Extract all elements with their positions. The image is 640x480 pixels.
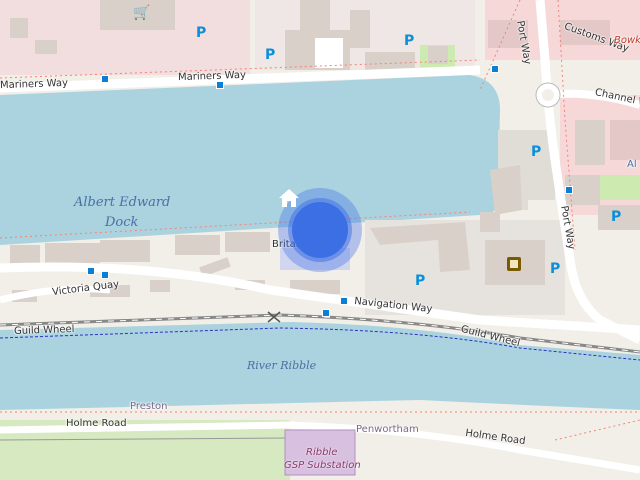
parking-icon[interactable]: P	[265, 48, 275, 62]
building	[480, 212, 500, 232]
building	[150, 280, 170, 292]
parking-icon[interactable]: P	[550, 262, 560, 276]
building	[610, 120, 640, 160]
home-marker-inner[interactable]	[279, 189, 348, 258]
green-area-2	[600, 175, 640, 200]
building	[575, 120, 605, 165]
dock-label-line1: Albert Edward	[74, 195, 171, 210]
building	[350, 10, 370, 48]
river-label: River Ribble	[247, 359, 317, 372]
parking-icon[interactable]: P	[531, 145, 541, 159]
bus-stop-icon[interactable]	[101, 75, 109, 83]
parking-icon[interactable]: P	[415, 274, 425, 288]
partial-label-right: Al	[627, 159, 637, 170]
guild-wheel-label-left: Guild Wheel	[13, 323, 75, 338]
bus-stop-icon[interactable]	[322, 309, 330, 317]
bus-stop-icon[interactable]	[491, 65, 499, 73]
building	[490, 165, 522, 215]
roundabout-centre	[542, 89, 554, 101]
building-white	[315, 38, 343, 68]
bus-stop-icon[interactable]	[216, 81, 224, 89]
parking-icon[interactable]: P	[404, 34, 414, 48]
building	[10, 245, 40, 265]
substation-label-line1: Ribble	[306, 447, 338, 458]
building	[300, 0, 330, 30]
building	[45, 243, 100, 265]
home-icon	[279, 189, 299, 207]
building	[10, 18, 28, 38]
holme-road-label-left: Holme Road	[66, 418, 127, 429]
bus-stop-icon[interactable]	[565, 186, 573, 194]
home-location-marker[interactable]	[278, 188, 362, 272]
bus-stop-icon[interactable]	[101, 271, 109, 279]
substation-label-line2: GSP Substation	[284, 460, 361, 471]
parking-icon[interactable]: P	[196, 26, 206, 40]
cinema-icon[interactable]	[507, 257, 521, 271]
building	[100, 240, 150, 262]
penwortham-label: Penwortham	[356, 424, 419, 435]
building	[35, 40, 57, 54]
building	[225, 232, 270, 252]
preston-label: Preston	[130, 401, 168, 412]
bowker-label: Bowk	[614, 35, 640, 46]
dock-label-line2: Dock	[105, 215, 139, 230]
map-canvas[interactable]: 🛒 P P P P P P P Albert Edward Dock River…	[0, 0, 640, 480]
building	[365, 52, 415, 70]
bus-stop-icon[interactable]	[340, 297, 348, 305]
shopping-cart-icon[interactable]: 🛒	[133, 6, 150, 20]
parking-icon[interactable]: P	[611, 210, 621, 224]
building	[175, 235, 220, 255]
bus-stop-icon[interactable]	[87, 267, 95, 275]
